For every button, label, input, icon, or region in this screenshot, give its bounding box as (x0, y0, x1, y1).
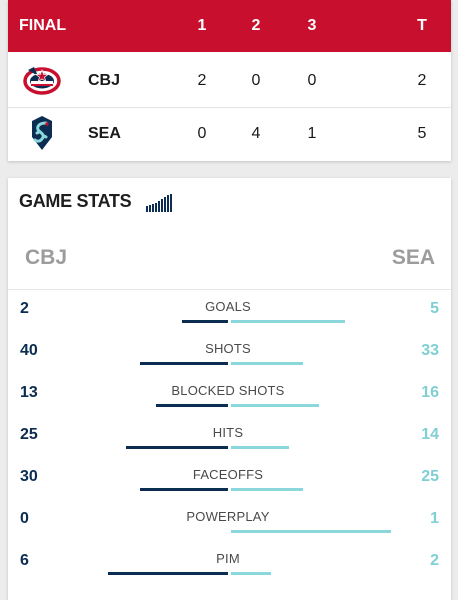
period-1-score: 2 (197, 72, 207, 89)
home-stat-value: 6 (20, 552, 29, 569)
away-stat-bar (231, 488, 303, 491)
stat-label: SHOTS (205, 341, 251, 356)
home-stat-bar (140, 362, 228, 365)
stat-row-blocked-shots: 13 BLOCKED SHOTS 16 (8, 376, 451, 418)
away-team-heading: SEA (391, 246, 435, 269)
home-stat-value: 40 (20, 342, 38, 359)
game-stats-title: GAME STATS (19, 191, 132, 211)
period-1-header: 1 (197, 17, 207, 34)
scoreboard-card: FINAL 1 2 3 T CBJ 2 0 0 2 SEA 0 4 1 5 (8, 0, 451, 161)
home-stat-bar (140, 488, 228, 491)
home-stat-value: 0 (20, 510, 29, 527)
away-stat-bar (231, 404, 319, 407)
scoreboard-header: FINAL 1 2 3 T (8, 0, 451, 52)
stat-row-shots: 40 SHOTS 33 (8, 334, 451, 376)
home-stat-bar (182, 320, 228, 323)
game-status: FINAL (19, 17, 67, 34)
game-stats-card: GAME STATS CBJ SEA 2 GOALS 5 40 SHOTS 33 13 BLO… (8, 178, 451, 600)
away-stat-value: 33 (421, 342, 439, 359)
period-1-score: 0 (197, 125, 207, 142)
stat-label: GOALS (205, 299, 251, 314)
team-abbr: SEA (88, 125, 121, 142)
home-stat-bar (156, 404, 228, 407)
home-stat-value: 13 (20, 384, 38, 401)
stat-label: BLOCKED SHOTS (171, 383, 285, 398)
team-row-cbj[interactable]: CBJ 2 0 0 2 (8, 55, 451, 107)
away-stat-bar (231, 320, 345, 323)
heading-divider (8, 289, 451, 290)
period-3-score: 1 (307, 125, 317, 142)
away-stat-value: 5 (430, 300, 439, 317)
total-score: 2 (417, 72, 427, 89)
stat-label: POWERPLAY (186, 509, 270, 524)
away-stat-value: 2 (430, 552, 439, 569)
period-2-score: 4 (251, 125, 261, 142)
period-2-score: 0 (251, 72, 261, 89)
blue-jackets-logo-icon (23, 67, 61, 95)
home-stat-value: 2 (20, 300, 29, 317)
stat-row-powerplay: 0 POWERPLAY 1 (8, 502, 451, 544)
home-stat-value: 25 (20, 426, 38, 443)
kraken-logo-icon (32, 116, 52, 150)
home-team-heading: CBJ (25, 246, 68, 269)
stat-row-hits: 25 HITS 14 (8, 418, 451, 460)
team-row-sea[interactable]: SEA 0 4 1 5 (8, 108, 451, 160)
away-stat-bar (231, 362, 303, 365)
team-abbr: CBJ (88, 72, 121, 89)
away-stat-bar (231, 446, 289, 449)
away-stat-value: 1 (430, 510, 439, 527)
stat-label: PIM (216, 551, 240, 566)
total-header: T (417, 17, 427, 34)
home-stat-bar (126, 446, 228, 449)
away-stat-value: 16 (421, 384, 439, 401)
stat-label: FACEOFFS (192, 467, 264, 482)
away-stat-value: 14 (421, 426, 439, 443)
away-stat-value: 25 (421, 468, 439, 485)
home-stat-bar (108, 572, 228, 575)
away-stat-bar (231, 572, 271, 575)
period-2-header: 2 (251, 17, 261, 34)
stat-row-goals: 2 GOALS 5 (8, 292, 451, 334)
stat-row-pim: 6 PIM 2 (8, 544, 451, 586)
stat-label: HITS (212, 425, 244, 440)
stat-row-faceoffs: 30 FACEOFFS 25 (8, 460, 451, 502)
period-3-score: 0 (307, 72, 317, 89)
signal-bars-icon[interactable] (146, 194, 176, 212)
home-stat-value: 30 (20, 468, 38, 485)
period-3-header: 3 (307, 17, 317, 34)
total-score: 5 (417, 125, 427, 142)
away-stat-bar (231, 530, 391, 533)
